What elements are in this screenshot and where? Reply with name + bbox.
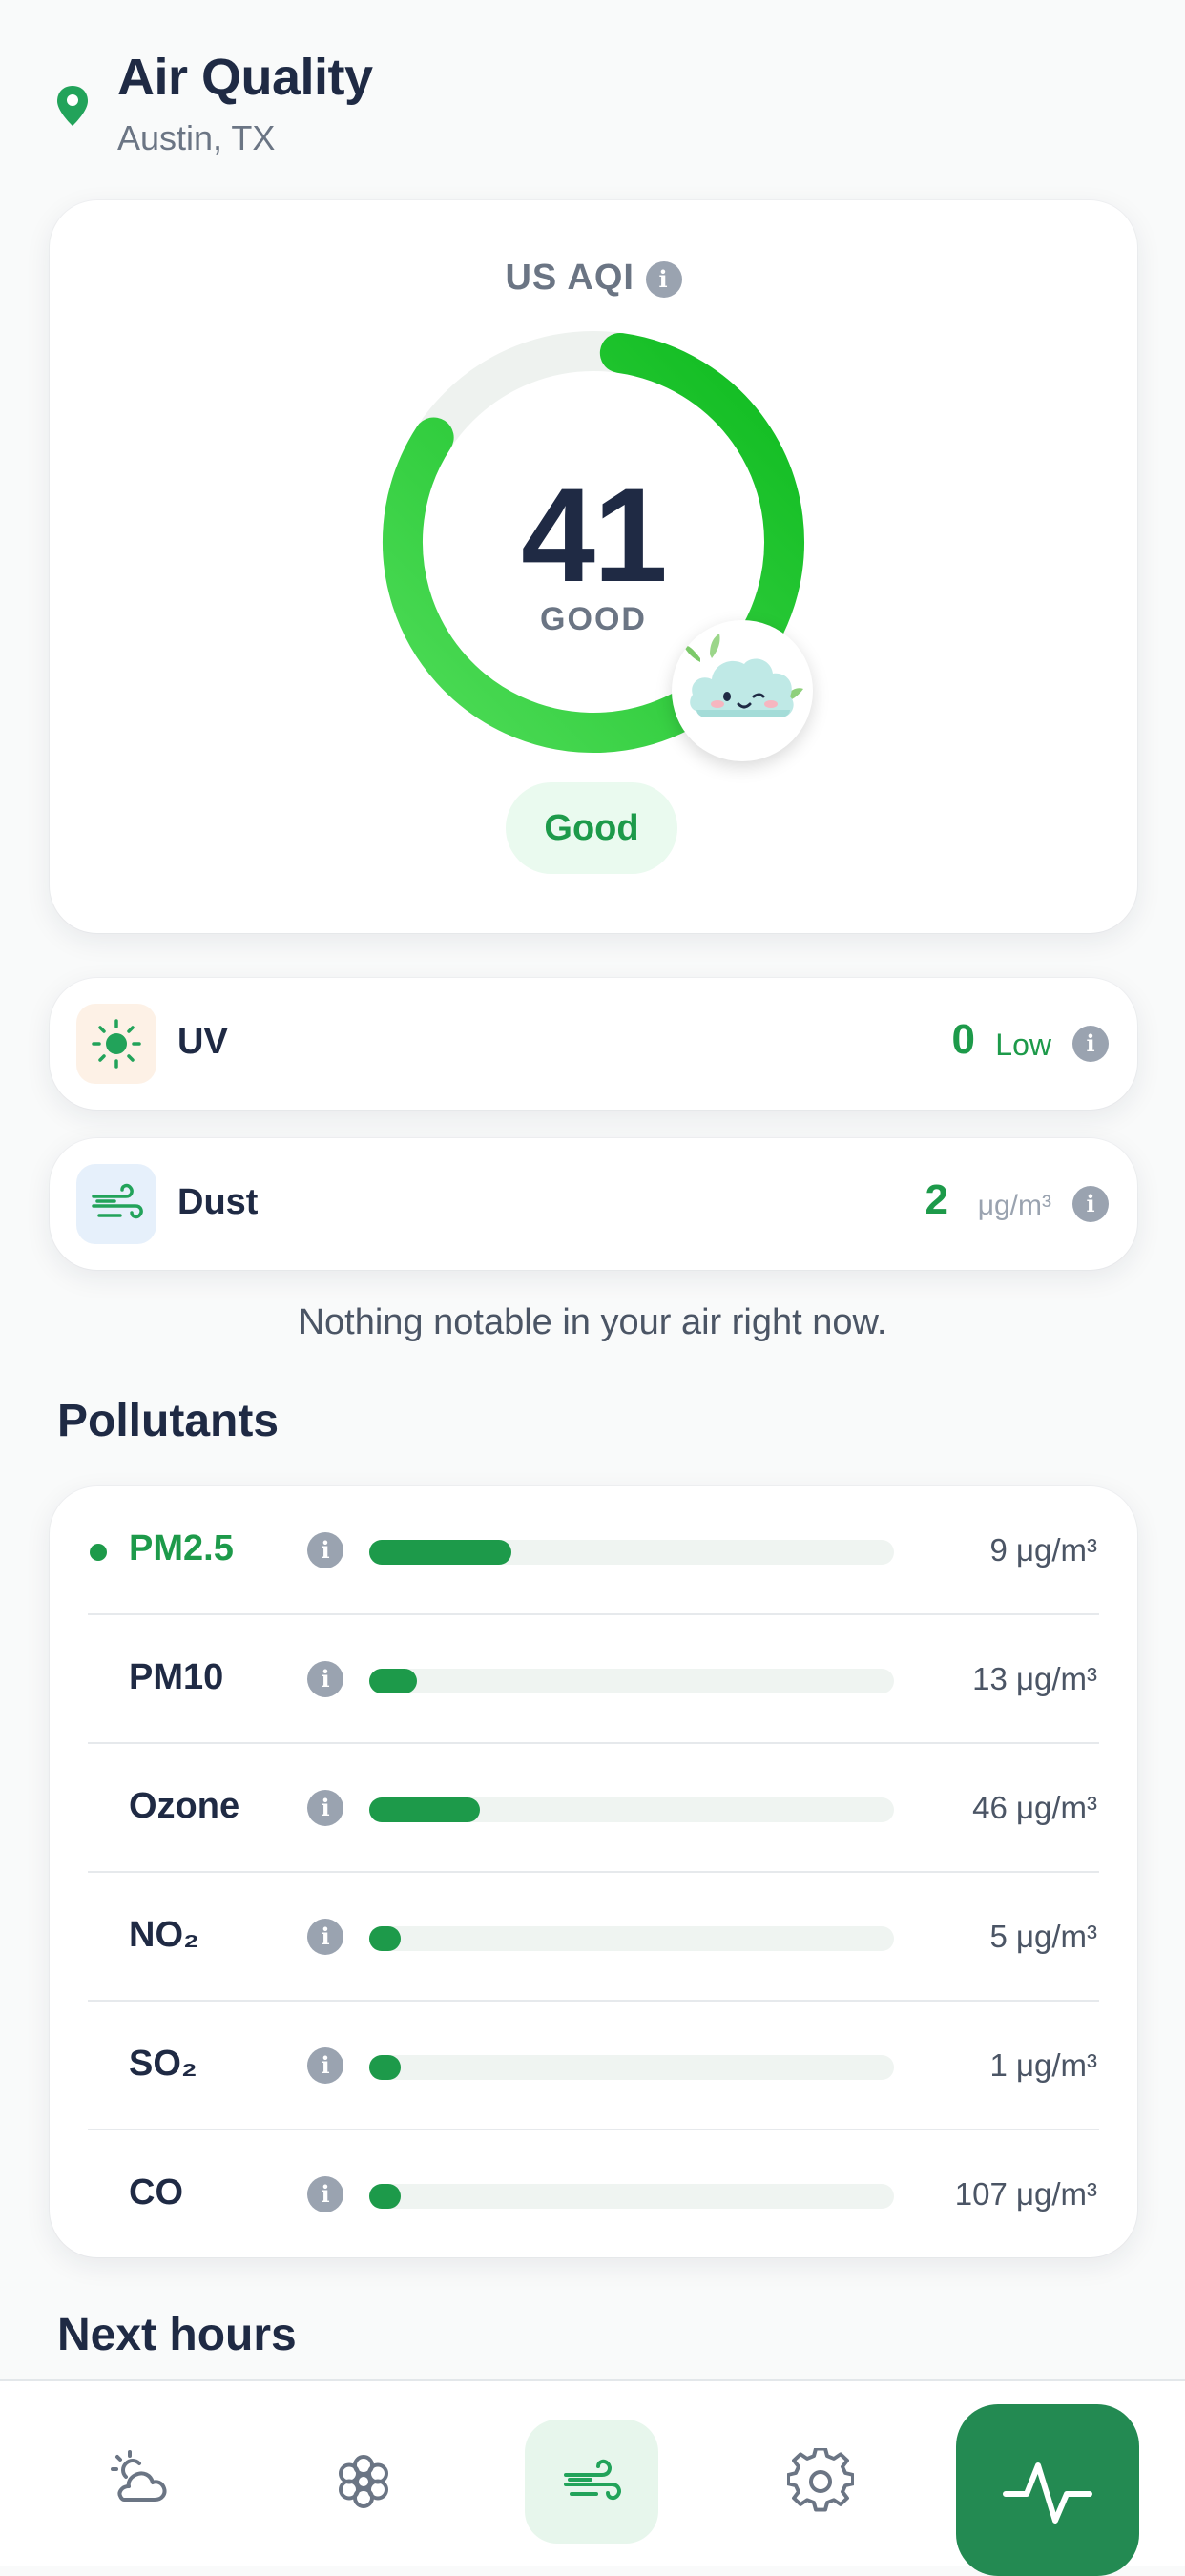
pollutant-value: 9 μg/m³ [989,1532,1097,1568]
pollutant-name: SO₂ [129,2044,198,2084]
activity-icon [1003,2462,1092,2524]
pollutant-bar [369,1540,894,1565]
pollutant-bar-fill [369,1540,511,1565]
aqi-card: US AQI i 41 GOOD Good [50,200,1137,933]
aqi-label: US AQI [505,258,634,298]
pollutant-bar-fill [369,2055,401,2080]
pollutant-name: PM10 [129,1657,224,1697]
cloud-mascot-icon [672,620,813,761]
dust-card[interactable]: Dust 2 μg/m³ i [50,1138,1137,1270]
location-pin-icon [57,86,88,126]
aqi-value: 41 [521,460,668,610]
pollutants-card: PM2.5 i 9 μg/m³ PM10 i 13 μg/m³ Ozone i … [50,1486,1137,2257]
nav-weather[interactable] [72,2420,205,2544]
uv-level: Low [995,1028,1051,1062]
pollutant-bar-fill [369,2184,401,2209]
dust-value: 2 [925,1176,948,1223]
pollutants-heading: Pollutants [57,1396,280,1446]
uv-value: 0 [951,1016,975,1063]
info-icon[interactable]: i [307,1919,343,1955]
info-icon[interactable]: i [307,2176,343,2212]
info-icon[interactable]: i [307,1661,343,1697]
sun-icon [76,1004,156,1084]
info-icon[interactable]: i [645,260,682,298]
pollutant-value: 1 μg/m³ [989,2047,1097,2083]
gear-icon [787,2448,854,2512]
aqi-label-row: US AQI i [50,258,1137,299]
info-icon[interactable]: i [307,2047,343,2084]
info-icon[interactable]: i [307,1790,343,1826]
pollutant-bar [369,2055,894,2080]
next-hours-heading: Next hours [57,2310,297,2360]
info-icon[interactable]: i [1072,1026,1109,1062]
pollutant-name: PM2.5 [129,1528,234,1568]
page-title: Air Quality [117,49,373,106]
weather-icon [111,2450,167,2502]
aqi-category: GOOD [540,601,647,637]
flower-icon [339,2455,388,2508]
air-notice: Nothing notable in your air right now. [298,1302,887,1342]
wind-icon [564,2459,621,2501]
pollutant-bar [369,1669,894,1693]
info-icon[interactable]: i [1072,1186,1109,1222]
status-badge: Good [506,782,677,874]
nav-settings[interactable] [754,2420,887,2544]
pollutant-row[interactable]: PM10 i 13 μg/m³ [50,1615,1137,1744]
pollutant-bar [369,1926,894,1951]
pollutant-bar-fill [369,1797,480,1822]
pollutant-row[interactable]: PM2.5 i 9 μg/m³ [50,1486,1137,1615]
pollutant-value: 46 μg/m³ [972,1790,1097,1825]
bottom-nav [0,2379,1185,2576]
location-label[interactable]: Austin, TX [117,118,275,158]
pollutant-bar [369,2184,894,2209]
wind-icon [76,1164,156,1244]
dust-label: Dust [177,1182,259,1222]
pollutant-bar [369,1797,894,1822]
pollutant-value: 5 μg/m³ [989,1919,1097,1954]
info-icon[interactable]: i [307,1532,343,1568]
nav-activity[interactable] [956,2404,1139,2576]
dust-unit: μg/m³ [977,1190,1051,1221]
pollutant-row[interactable]: NO₂ i 5 μg/m³ [50,1873,1137,2002]
pollutant-name: Ozone [129,1786,240,1826]
active-indicator [90,1544,107,1561]
pollutant-row[interactable]: Ozone i 46 μg/m³ [50,1744,1137,1873]
pollutant-row[interactable]: SO₂ i 1 μg/m³ [50,2002,1137,2130]
uv-card[interactable]: UV 0 Low i [50,978,1137,1110]
pollutant-value: 107 μg/m³ [954,2176,1097,2212]
pollutant-bar-fill [369,1669,417,1693]
pollutant-bar-fill [369,1926,401,1951]
pollutant-name: NO₂ [129,1915,199,1955]
nav-pollen[interactable] [297,2420,430,2544]
nav-air-quality[interactable] [525,2420,658,2544]
pollutant-value: 13 μg/m³ [972,1661,1097,1696]
pollutant-row[interactable]: CO i 107 μg/m³ [50,2130,1137,2259]
uv-label: UV [177,1022,228,1062]
pollutant-name: CO [129,2172,183,2212]
